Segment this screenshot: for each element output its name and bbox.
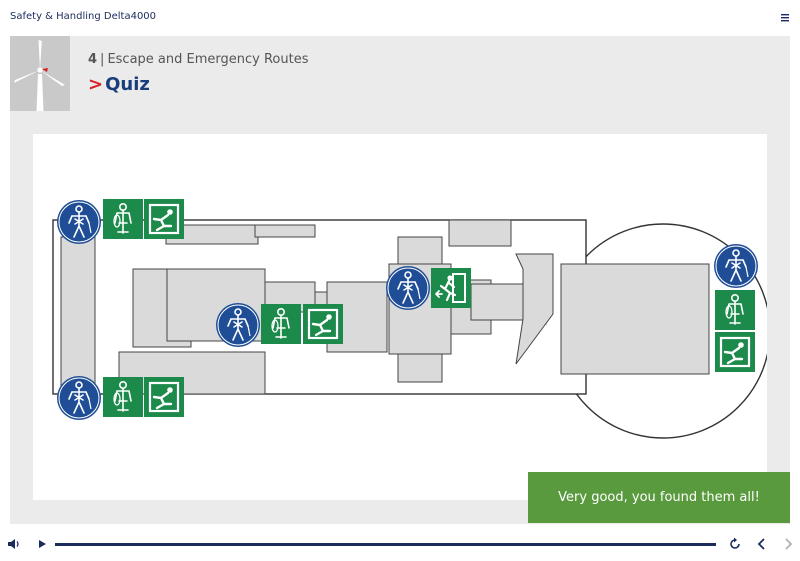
replay-icon[interactable] <box>727 536 743 552</box>
rescue-descender-sign[interactable] <box>103 377 143 417</box>
chevron-right-icon: > <box>88 74 104 95</box>
feedback-banner: Very good, you found them all! <box>528 472 790 523</box>
quiz-canvas <box>33 134 771 500</box>
nacelle-floorplan <box>52 199 771 439</box>
rescue-descender-sign[interactable] <box>715 290 755 330</box>
safety-harness-sign[interactable] <box>56 375 102 421</box>
chevron-left-icon[interactable] <box>754 536 770 552</box>
app-title: Safety & Handling Delta4000 <box>10 11 157 22</box>
play-icon[interactable] <box>34 536 50 552</box>
emergency-hatch-exit-sign[interactable] <box>715 332 755 372</box>
safety-harness-sign[interactable] <box>215 302 261 348</box>
chapter-heading: 4 | Escape and Emergency Routes <box>88 52 308 67</box>
safety-harness-sign[interactable] <box>385 265 431 311</box>
chapter-separator: | <box>100 52 105 67</box>
player-controls <box>0 530 800 561</box>
progress-bar[interactable] <box>55 543 716 546</box>
chapter-number: 4 <box>88 52 98 67</box>
emergency-exit-running-man-sign[interactable] <box>431 268 471 308</box>
page-title-text: Quiz <box>105 74 150 95</box>
emergency-hatch-exit-sign[interactable] <box>303 304 343 344</box>
emergency-hatch-exit-sign[interactable] <box>144 199 184 239</box>
top-bar: Safety & Handling Delta4000 <box>0 0 800 36</box>
slide-stage: 4 | Escape and Emergency Routes > Quiz <box>10 36 790 524</box>
page-title: > Quiz <box>88 74 150 95</box>
safety-harness-sign[interactable] <box>56 199 102 245</box>
rescue-descender-sign[interactable] <box>261 304 301 344</box>
wind-turbine-thumbnail <box>10 36 70 111</box>
speaker-icon[interactable] <box>6 536 22 552</box>
chevron-right-icon[interactable] <box>780 536 796 552</box>
chapter-title: Escape and Emergency Routes <box>107 52 309 67</box>
emergency-hatch-exit-sign[interactable] <box>144 377 184 417</box>
hamburger-icon[interactable] <box>778 12 792 24</box>
safety-harness-sign[interactable] <box>713 243 759 289</box>
rescue-descender-sign[interactable] <box>103 199 143 239</box>
